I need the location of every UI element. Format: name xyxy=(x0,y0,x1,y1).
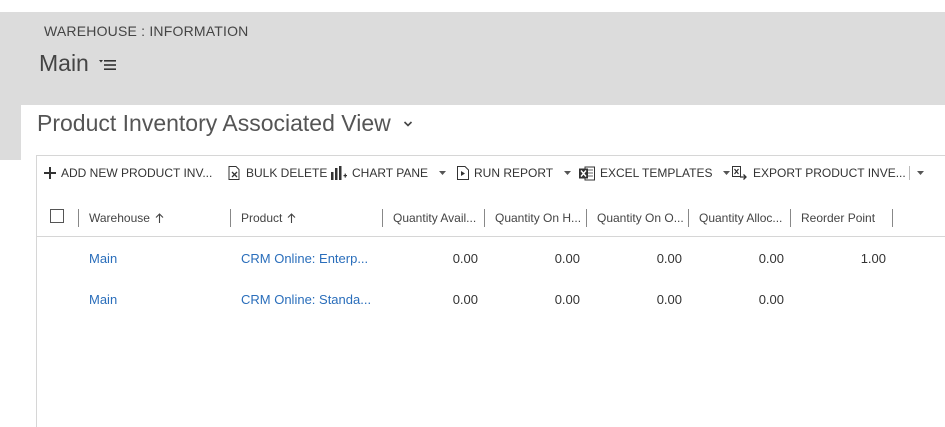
add-new-label: ADD NEW PRODUCT INV... xyxy=(61,166,213,180)
select-all-checkbox[interactable] xyxy=(50,209,64,223)
column-label: Product xyxy=(241,211,283,225)
chevron-down-icon[interactable] xyxy=(403,119,413,129)
column-header-warehouse[interactable]: Warehouse xyxy=(89,199,164,237)
column-header-quantity-available[interactable]: Quantity Avail... xyxy=(393,199,476,237)
table-row[interactable]: Main CRM Online: Standa... 0.00 0.00 0.0… xyxy=(37,279,945,320)
quantity-available-value: 0.00 xyxy=(452,251,478,266)
add-new-product-inventory-button[interactable]: ADD NEW PRODUCT INV... xyxy=(44,160,212,186)
column-separator xyxy=(382,209,383,227)
reorder-point-value xyxy=(801,279,886,320)
chevron-down-icon xyxy=(723,171,731,175)
column-header-reorder-point[interactable]: Reorder Point xyxy=(801,199,875,237)
warehouse-link[interactable]: Main xyxy=(89,279,219,320)
grid-header: Warehouse Product Quantity Avail... Quan… xyxy=(37,199,945,237)
view-selector[interactable]: Product Inventory Associated View xyxy=(37,110,413,137)
column-header-product[interactable]: Product xyxy=(241,199,296,237)
plus-icon xyxy=(44,167,56,179)
column-label: Quantity Avail... xyxy=(393,211,477,225)
column-separator xyxy=(790,209,791,227)
left-gutter xyxy=(0,105,21,160)
view-title: Product Inventory Associated View xyxy=(37,110,391,136)
column-separator xyxy=(586,209,587,227)
quantity-on-hand-value: 0.00 xyxy=(554,251,580,266)
run-report-label: RUN REPORT xyxy=(474,166,554,180)
chart-pane-label: CHART PANE xyxy=(352,166,429,180)
column-label: Quantity On H... xyxy=(495,211,582,225)
chevron-down-icon xyxy=(439,171,447,175)
excel-templates-button[interactable]: EXCEL TEMPLATES xyxy=(579,160,731,186)
column-separator xyxy=(230,209,231,227)
report-icon xyxy=(457,166,469,180)
column-header-quantity-on-order[interactable]: Quantity On O... xyxy=(597,199,684,237)
chart-pane-button[interactable]: CHART PANE xyxy=(331,160,447,186)
excel-icon xyxy=(579,166,595,180)
column-label: Quantity On O... xyxy=(597,211,684,225)
sort-ascending-icon xyxy=(287,213,296,223)
column-separator xyxy=(78,209,79,227)
bulk-delete-icon xyxy=(228,166,240,180)
quantity-on-order-value: 0.00 xyxy=(656,292,682,307)
quantity-available-value: 0.00 xyxy=(452,292,478,307)
column-header-quantity-allocated[interactable]: Quantity Alloc... xyxy=(699,199,782,237)
bulk-delete-label: BULK DELETE xyxy=(246,166,328,180)
command-bar-divider xyxy=(37,155,945,156)
top-strip xyxy=(0,0,945,12)
column-label: Reorder Point xyxy=(801,211,876,225)
quantity-on-order-value: 0.00 xyxy=(656,251,682,266)
table-row[interactable]: Main CRM Online: Enterp... 0.00 0.00 0.0… xyxy=(37,238,945,279)
product-link[interactable]: CRM Online: Standa... xyxy=(241,279,379,320)
reorder-point-value: 1.00 xyxy=(860,251,886,266)
run-report-button[interactable]: RUN REPORT xyxy=(457,160,572,186)
excel-templates-label: EXCEL TEMPLATES xyxy=(600,166,713,180)
column-header-quantity-on-hand[interactable]: Quantity On H... xyxy=(495,199,581,237)
form-selector[interactable]: Main xyxy=(39,50,117,77)
command-separator xyxy=(909,166,910,180)
column-label: Quantity Alloc... xyxy=(699,211,783,225)
command-bar: ADD NEW PRODUCT INV... BULK DELETE CHART… xyxy=(37,160,945,186)
column-separator xyxy=(688,209,689,227)
chart-icon xyxy=(331,166,347,180)
more-commands-button[interactable] xyxy=(917,160,924,186)
quantity-allocated-value: 0.00 xyxy=(758,251,784,266)
entity-label: WAREHOUSE : INFORMATION xyxy=(44,23,249,39)
form-menu-icon[interactable] xyxy=(98,58,117,72)
export-product-inventory-button[interactable]: EXPORT PRODUCT INVE... xyxy=(732,160,906,186)
column-label: Warehouse xyxy=(89,211,150,225)
export-icon xyxy=(732,165,747,180)
chevron-down-icon xyxy=(564,171,572,175)
sort-ascending-icon xyxy=(155,213,164,223)
export-label: EXPORT PRODUCT INVE... xyxy=(753,166,906,180)
quantity-allocated-value: 0.00 xyxy=(758,292,784,307)
column-separator xyxy=(484,209,485,227)
column-separator xyxy=(892,209,893,227)
bulk-delete-button[interactable]: BULK DELETE xyxy=(228,160,327,186)
warehouse-link[interactable]: Main xyxy=(89,238,219,279)
product-link[interactable]: CRM Online: Enterp... xyxy=(241,238,379,279)
quantity-on-hand-value: 0.00 xyxy=(554,292,580,307)
chevron-down-icon xyxy=(917,171,924,175)
form-title: Main xyxy=(39,50,89,76)
